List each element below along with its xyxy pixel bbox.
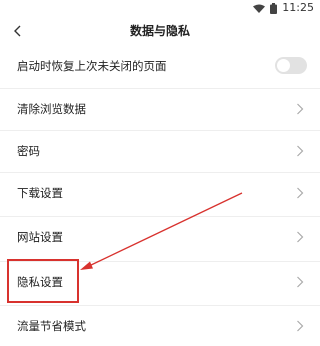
chevron-right-icon	[297, 276, 304, 288]
wifi-icon	[253, 4, 266, 13]
restore-pages-toggle[interactable]	[275, 57, 307, 74]
chevron-right-icon	[297, 187, 304, 199]
setting-label: 启动时恢复上次未关闭的页面	[17, 59, 167, 73]
chevron-right-icon	[297, 320, 304, 332]
setting-row-data-saver-mode[interactable]: 流量节省模式	[0, 305, 320, 345]
battery-icon	[270, 2, 278, 14]
chevron-right-icon	[297, 145, 304, 157]
back-button[interactable]	[6, 20, 28, 42]
setting-row-download-settings[interactable]: 下载设置	[0, 172, 320, 213]
setting-row-clear-browsing-data[interactable]: 清除浏览数据	[0, 88, 320, 129]
setting-label: 下载设置	[17, 186, 63, 200]
status-indicators: 11:25	[253, 1, 314, 15]
setting-label: 密码	[17, 144, 40, 158]
setting-label: 网站设置	[17, 230, 63, 244]
status-bar: 11:25	[0, 0, 320, 16]
setting-label: 清除浏览数据	[17, 102, 86, 116]
chevron-right-icon	[297, 103, 304, 115]
toggle-knob	[277, 59, 290, 72]
chevron-right-icon	[297, 231, 304, 243]
setting-row-site-settings[interactable]: 网站设置	[0, 216, 320, 257]
setting-row-passwords[interactable]: 密码	[0, 130, 320, 171]
annotation-highlight-box	[7, 259, 79, 303]
setting-label: 流量节省模式	[17, 319, 86, 333]
navigation-bar: 数据与隐私	[0, 16, 320, 46]
back-arrow-icon	[14, 25, 21, 37]
status-time: 11:25	[282, 1, 314, 14]
page-title: 数据与隐私	[129, 24, 190, 38]
setting-row-restore-pages[interactable]: 启动时恢复上次未关闭的页面	[0, 46, 320, 87]
